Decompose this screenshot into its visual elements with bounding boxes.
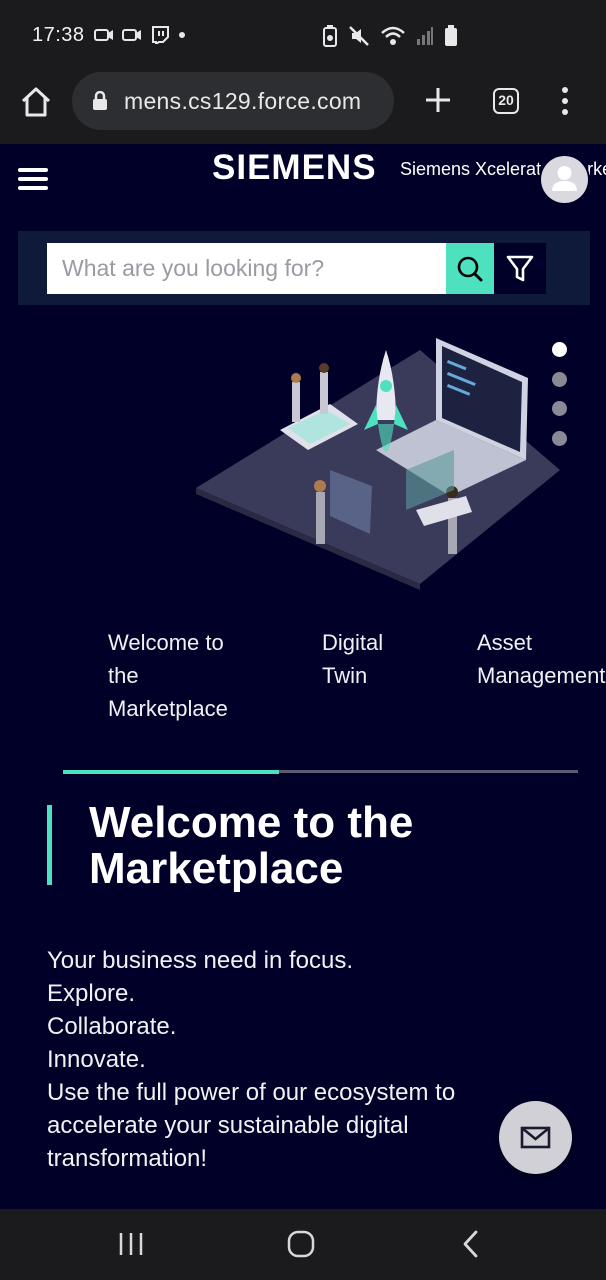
- browser-toolbar: mens.cs129.force.com 20: [0, 72, 606, 144]
- back-icon[interactable]: [456, 1229, 486, 1259]
- contact-button[interactable]: [499, 1101, 572, 1174]
- intro-line: Use the full power of our ecosystem to: [47, 1079, 456, 1106]
- system-nav-bar: [0, 1209, 606, 1280]
- mute-icon: [349, 26, 369, 46]
- search-button[interactable]: [446, 243, 494, 294]
- battery-icon: [445, 25, 457, 46]
- camera-icon: [94, 29, 113, 41]
- search-bar: [18, 231, 590, 305]
- wifi-icon: [381, 26, 405, 45]
- user-avatar-icon[interactable]: [541, 156, 588, 203]
- dot-icon: [179, 32, 185, 38]
- carousel-tab-welcome[interactable]: Welcome to the Marketplace: [108, 626, 228, 725]
- intro-line: accelerate your sustainable digital: [47, 1112, 409, 1139]
- search-input[interactable]: [47, 243, 446, 294]
- tab-switcher-button[interactable]: 20: [493, 88, 519, 114]
- carousel-progress-fill: [63, 769, 280, 774]
- home-nav-icon[interactable]: [286, 1229, 316, 1259]
- recent-apps-icon[interactable]: [116, 1229, 146, 1259]
- search-icon: [457, 256, 483, 282]
- address-bar[interactable]: mens.cs129.force.com: [72, 72, 394, 130]
- twitch-icon: [152, 26, 169, 44]
- siemens-logo[interactable]: SIEMENS: [212, 148, 377, 188]
- camera-icon: [122, 29, 141, 41]
- carousel-dot[interactable]: [552, 430, 567, 446]
- intro-line: transformation!: [47, 1145, 208, 1172]
- intro-line: Your business need in focus.: [47, 947, 353, 974]
- mail-icon: [520, 1126, 551, 1149]
- lock-icon: [93, 91, 107, 110]
- heading-accent-bar: [47, 805, 52, 885]
- notification-icons: [94, 26, 186, 44]
- signal-icon: [417, 27, 433, 45]
- filter-button[interactable]: [494, 243, 546, 294]
- url-text: mens.cs129.force.com: [124, 88, 362, 114]
- intro-text: Your business need in focus. Explore. Co…: [47, 944, 517, 1175]
- intro-line: Collaborate.: [47, 1013, 177, 1040]
- carousel-tab-asset-management[interactable]: Asset Management: [477, 626, 605, 692]
- battery-saver-icon: [323, 25, 337, 47]
- more-options-icon[interactable]: [556, 86, 574, 116]
- clock: 17:38: [32, 24, 85, 46]
- carousel-dot[interactable]: [552, 401, 567, 416]
- system-icons: [322, 25, 458, 47]
- intro-line: Innovate.: [47, 1046, 146, 1073]
- carousel-pagination: [552, 342, 568, 460]
- carousel-tab-digital-twin[interactable]: Digital Twin: [322, 626, 383, 692]
- hero-illustration: [196, 338, 560, 590]
- new-tab-icon[interactable]: [422, 84, 454, 116]
- carousel-progress-bar: [63, 769, 578, 774]
- carousel-dot[interactable]: [552, 342, 567, 357]
- site-header: SIEMENS Siemens Xcelerator Marketplace: [0, 144, 606, 214]
- page-title: Welcome to the Marketplace: [89, 798, 414, 893]
- status-bar: 17:38: [0, 0, 606, 72]
- filter-icon: [506, 255, 534, 282]
- intro-line: Explore.: [47, 980, 136, 1007]
- home-icon[interactable]: [18, 84, 54, 120]
- carousel-dot[interactable]: [552, 371, 567, 387]
- carousel-tabs: Welcome to the Marketplace Digital Twin …: [0, 626, 606, 736]
- hamburger-menu-icon[interactable]: [18, 168, 48, 192]
